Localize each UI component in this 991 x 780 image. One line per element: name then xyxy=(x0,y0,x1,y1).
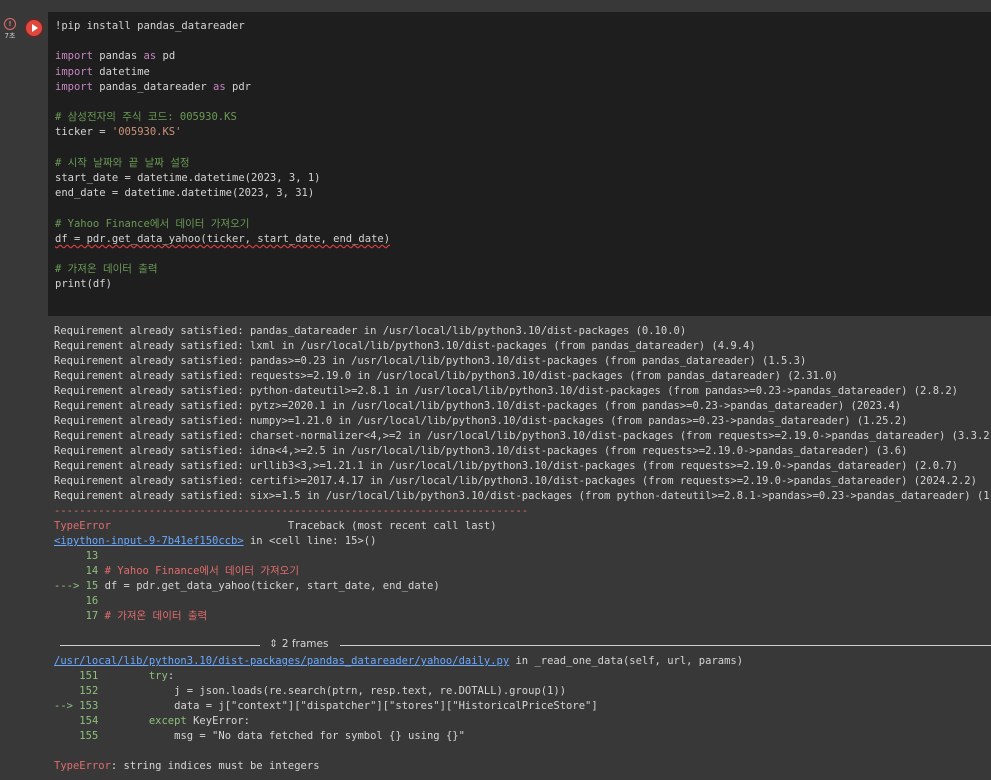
cell-output: Requirement already satisfied: pandas_da… xyxy=(20,316,991,780)
code-line: import pandas_datareader as pdr xyxy=(55,80,251,93)
code-line: # Yahoo Finance에서 데이터 가져오기 xyxy=(55,217,250,230)
requirement-line: Requirement already satisfied: six>=1.5 … xyxy=(54,490,991,502)
frames-toggle[interactable]: ⇕ 2 frames xyxy=(60,638,991,652)
traceback-header: TypeError Traceback (most recent call la… xyxy=(54,520,497,532)
execution-time: 7초 xyxy=(4,32,16,40)
code-editor[interactable]: !pip install pandas_datareader import pa… xyxy=(48,12,991,316)
traceback-context-line: 17 # 가져온 데이터 출력 xyxy=(85,610,208,622)
requirement-line: Requirement already satisfied: pandas_da… xyxy=(54,325,687,337)
code-line: print(df) xyxy=(55,278,112,291)
traceback-context-line: 152 j = json.loads(re.search(ptrn, resp.… xyxy=(79,685,567,697)
frames-label: 2 frames xyxy=(281,638,329,650)
requirement-line: Requirement already satisfied: charset-n… xyxy=(54,430,991,442)
traceback-context-line: 16 xyxy=(85,595,99,607)
requirement-line: Requirement already satisfied: pytz>=202… xyxy=(54,400,902,412)
output-text: Requirement already satisfied: pandas_da… xyxy=(54,324,991,774)
frames-divider-right xyxy=(340,645,991,646)
traceback-location: <ipython-input-9-7b41ef150ccb> in <cell … xyxy=(54,535,377,547)
traceback-context-line: 14 # Yahoo Finance에서 데이터 가져오기 xyxy=(85,565,299,577)
traceback-context-line: 151 try: xyxy=(79,670,175,682)
execution-status: ! 7초 xyxy=(3,18,17,41)
run-cell-button[interactable] xyxy=(26,20,42,36)
requirement-line: Requirement already satisfied: numpy>=1.… xyxy=(54,415,908,427)
frames-divider-left xyxy=(60,645,260,646)
code-line: ticker = '005930.KS' xyxy=(55,126,182,139)
requirement-line: Requirement already satisfied: pandas>=0… xyxy=(54,355,807,367)
cell-gutter xyxy=(0,0,19,780)
code-text[interactable]: !pip install pandas_datareader import pa… xyxy=(55,19,390,293)
expand-frames-icon: ⇕ xyxy=(269,638,278,650)
final-error-message: TypeError: string indices must be intege… xyxy=(54,760,320,772)
code-line: end_date = datetime.datetime(2023, 3, 31… xyxy=(55,187,315,200)
code-line: df = pdr.get_data_yahoo(ticker, start_da… xyxy=(55,232,391,245)
traceback-context-line: 154 except KeyError: xyxy=(79,715,250,727)
code-line: import datetime xyxy=(55,65,150,78)
code-line: # 가져온 데이터 출력 xyxy=(55,263,158,276)
traceback-separator: ----------------------------------------… xyxy=(54,505,529,517)
code-line: # 시작 날짜와 끝 날짜 설정 xyxy=(55,156,190,169)
ipython-input-link[interactable]: <ipython-input-9-7b41ef150ccb> xyxy=(54,535,244,547)
source-file-link[interactable]: /usr/local/lib/python3.10/dist-packages/… xyxy=(54,655,509,667)
code-line: !pip install pandas_datareader xyxy=(55,20,245,32)
requirement-line: Requirement already satisfied: lxml in /… xyxy=(54,340,756,352)
code-line: start_date = datetime.datetime(2023, 3, … xyxy=(55,172,321,185)
traceback-context-line: --> 153 data = j["context"]["dispatcher"… xyxy=(54,700,598,712)
traceback-context-line: 155 msg = "No data fetched for symbol {}… xyxy=(79,730,465,742)
traceback-context-line: ---> 15 df = pdr.get_data_yahoo(ticker, … xyxy=(54,580,440,592)
requirement-line: Requirement already satisfied: idna<4,>=… xyxy=(54,445,908,457)
error-status-icon: ! xyxy=(4,18,16,30)
traceback-location: /usr/local/lib/python3.10/dist-packages/… xyxy=(54,655,744,667)
requirement-line: Requirement already satisfied: python-da… xyxy=(54,385,958,397)
requirement-line: Requirement already satisfied: requests>… xyxy=(54,370,838,382)
requirement-line: Requirement already satisfied: certifi>=… xyxy=(54,475,977,487)
traceback-context-line: 13 xyxy=(85,550,99,562)
code-line: # 삼성전자의 주식 코드: 005930.KS xyxy=(55,111,237,124)
requirement-line: Requirement already satisfied: urllib3<3… xyxy=(54,460,958,472)
code-line: import pandas as pd xyxy=(55,50,176,63)
